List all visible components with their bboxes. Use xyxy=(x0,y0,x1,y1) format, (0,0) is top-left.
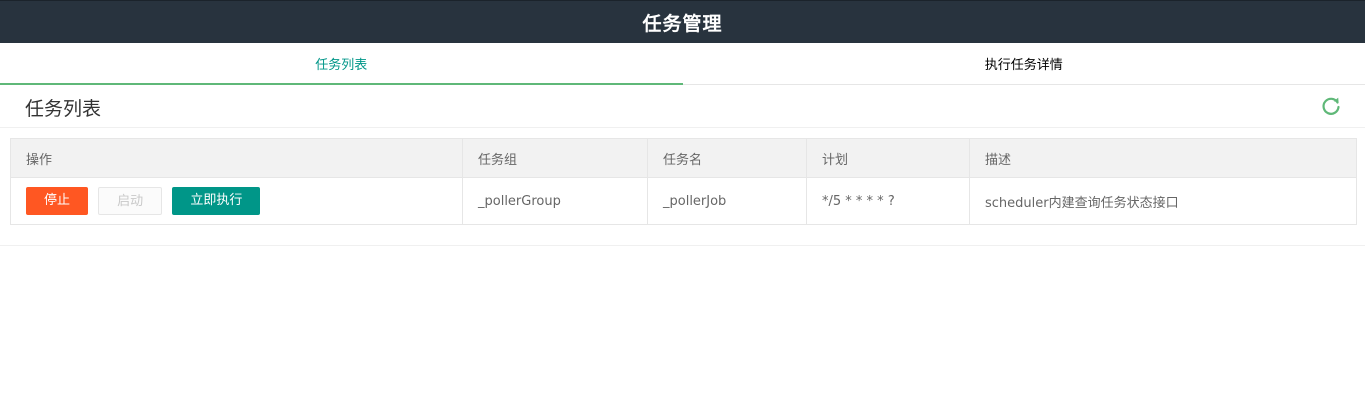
table-header-row: 操作 任务组 任务名 计划 描述 xyxy=(10,138,1357,178)
stop-button[interactable]: 停止 xyxy=(26,187,89,215)
column-header-name: 任务名 xyxy=(647,138,807,178)
column-header-actions: 操作 xyxy=(10,138,463,178)
refresh-button[interactable] xyxy=(1320,95,1342,117)
task-name-cell: _pollerJob xyxy=(647,177,807,225)
actions-cell: 停止 启动 立即执行 xyxy=(10,177,463,225)
start-button[interactable]: 启动 xyxy=(98,187,163,215)
card-header: 任务列表 xyxy=(0,85,1365,128)
column-header-group: 任务组 xyxy=(462,138,648,178)
column-header-schedule: 计划 xyxy=(806,138,970,178)
tab-bar: 任务列表 执行任务详情 xyxy=(0,43,1365,85)
refresh-icon xyxy=(1322,97,1340,115)
table-row: 停止 启动 立即执行 _pollerGroup _pollerJob */5 *… xyxy=(10,177,1357,225)
app-header: 任务管理 xyxy=(0,0,1365,43)
tab-task-list[interactable]: 任务列表 xyxy=(0,43,683,85)
task-group-cell: _pollerGroup xyxy=(462,177,648,225)
column-header-description: 描述 xyxy=(969,138,1357,178)
description-cell: scheduler内建查询任务状态接口 xyxy=(969,177,1357,225)
tab-execution-details[interactable]: 执行任务详情 xyxy=(683,43,1365,84)
divider xyxy=(0,245,1365,246)
task-table: 操作 任务组 任务名 计划 描述 停止 启动 立即执行 _pollerGroup… xyxy=(10,138,1357,225)
app-title: 任务管理 xyxy=(642,12,723,35)
run-now-button[interactable]: 立即执行 xyxy=(172,187,261,215)
card-title: 任务列表 xyxy=(25,98,102,120)
schedule-cell: */5 * * * * ? xyxy=(806,177,970,225)
